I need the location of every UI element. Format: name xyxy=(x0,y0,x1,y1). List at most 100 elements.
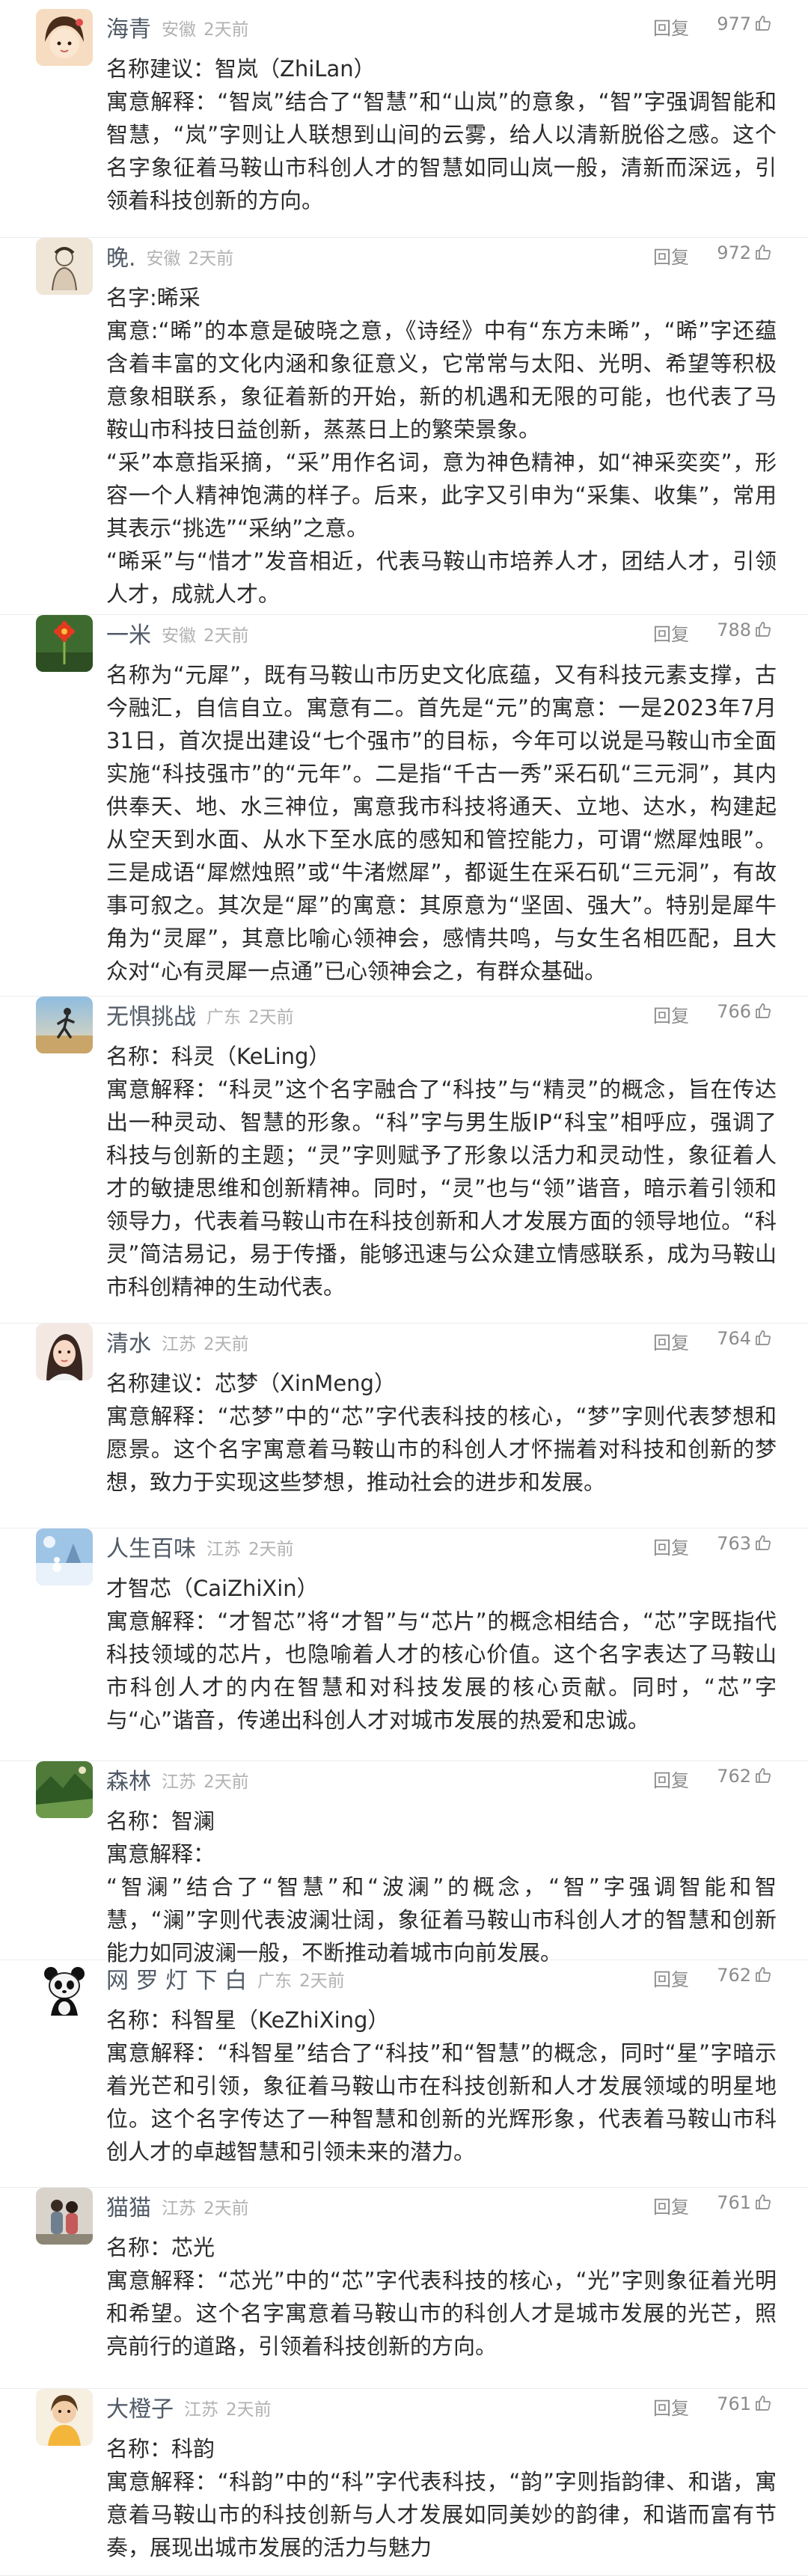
username[interactable]: 森林 xyxy=(106,1763,151,1796)
like-button[interactable]: 763 xyxy=(717,1533,772,1556)
timestamp: 2天前 xyxy=(203,626,249,646)
comment-paragraph: 名称建议：智岚（ZhiLan） xyxy=(106,56,376,82)
thumbs-up-icon xyxy=(754,1965,772,1988)
comment-meta: 江苏 2天前 xyxy=(162,1330,249,1355)
comment-paragraph: 寓意解释：“芯梦”中的“芯”字代表科技的核心，“梦”字则代表梦想和愿景。这个名字… xyxy=(106,1404,777,1495)
thumbs-up-icon xyxy=(754,2193,772,2215)
woman-portrait-avatar[interactable] xyxy=(36,1324,93,1380)
runner-avatar[interactable] xyxy=(36,997,93,1053)
comment-item: 森林 江苏 2天前 回复 762 名称：智澜 寓意解释： “智澜”结合了“智慧”和“波澜”的概… xyxy=(0,1761,808,1965)
username[interactable]: 大橙子 xyxy=(106,2390,174,2423)
like-button[interactable]: 761 xyxy=(717,2393,772,2417)
like-count: 764 xyxy=(717,1328,751,1349)
girl-photo-avatar[interactable] xyxy=(36,2389,93,2446)
thumbs-up-icon xyxy=(754,1329,772,1351)
comment-paragraph: 寓意解释：“芯光”中的“芯”字代表科技的核心，“光”字则象征着光明和希望。这个名… xyxy=(106,2268,777,2359)
comment-body: 名称为“元犀”，既有马鞍山市历史文化底蕴，又有科技元素支撑，古今融汇，自信自立。… xyxy=(106,658,777,988)
reply-button[interactable]: 回复 xyxy=(653,2192,689,2218)
comment-meta: 江苏 2天前 xyxy=(206,1535,294,1560)
timestamp: 2天前 xyxy=(248,1540,294,1559)
like-count: 972 xyxy=(717,242,751,263)
like-button[interactable]: 766 xyxy=(717,1001,772,1024)
like-button[interactable]: 972 xyxy=(717,242,772,266)
thumbs-up-icon xyxy=(754,1766,772,1789)
username[interactable]: 人生百味 xyxy=(106,1530,196,1563)
comment-body: 名称建议：芯梦（XinMeng） 寓意解释：“芯梦”中的“芯”字代表科技的核心，“… xyxy=(106,1367,777,1499)
comment-meta: 江苏 2天前 xyxy=(184,2395,272,2420)
reply-button[interactable]: 回复 xyxy=(653,1533,689,1559)
sketch-figure-avatar[interactable] xyxy=(36,238,93,295)
cartoon-girl-avatar[interactable] xyxy=(36,9,93,66)
comment-item: 人生百味 江苏 2天前 回复 763 才智芯（CaiZhiXin） 寓意解释：“才智芯”将“… xyxy=(0,1529,808,1761)
comment-paragraph: 寓意解释：“才智芯”将“才智”与“芯片”的概念相结合，“芯”字既指代科技领域的芯… xyxy=(106,1609,777,1733)
couple-photo-avatar[interactable] xyxy=(36,2188,93,2245)
like-count: 762 xyxy=(717,1766,751,1787)
reply-button[interactable]: 回复 xyxy=(653,13,689,40)
comment-paragraph: 寓意:“晞”的本意是破晓之意，《诗经》中有“东方未晞”，“晞”字还蕴含着丰富的文… xyxy=(106,318,777,442)
like-count: 761 xyxy=(717,2192,751,2213)
like-count: 763 xyxy=(717,1533,751,1554)
panda-avatar[interactable] xyxy=(36,1960,93,2017)
like-button[interactable]: 788 xyxy=(717,619,772,643)
location-label: 安徽 xyxy=(146,249,181,269)
username[interactable]: 网 罗 灯 下 白 xyxy=(106,1962,247,1995)
username[interactable]: 清水 xyxy=(106,1325,151,1358)
comment-item: 清水 江苏 2天前 回复 764 名称建议：芯梦（XinMeng） 寓意解释：“芯梦”中的“… xyxy=(0,1324,808,1529)
comment-paragraph: 名称：芯光 xyxy=(106,2235,215,2260)
snow-scene-avatar[interactable] xyxy=(36,1529,93,1585)
like-count: 788 xyxy=(717,619,751,640)
like-button[interactable]: 762 xyxy=(717,1766,772,1789)
like-button[interactable]: 764 xyxy=(717,1328,772,1351)
reply-button[interactable]: 回复 xyxy=(653,1766,689,1792)
username[interactable]: 晚. xyxy=(106,239,136,272)
comment-item: 一米 安徽 2天前 回复 788 名称为“元犀”，既有马鞍山市历史文化底蕴，又有科技元素支… xyxy=(0,615,808,997)
thumbs-up-icon xyxy=(754,1002,772,1024)
comment-meta: 江苏 2天前 xyxy=(162,2194,249,2219)
comment-meta: 安徽 2天前 xyxy=(162,15,249,40)
comment-body: 名称：科灵（KeLing） 寓意解释：“科灵”这个名字融合了“科技”与“精灵”的概… xyxy=(106,1040,777,1303)
like-count: 762 xyxy=(717,1965,751,1986)
thumbs-up-icon xyxy=(754,1534,772,1556)
comment-paragraph: 寓意解释：“智岚”结合了“智慧”和“山岚”的意象，“智”字强调智能和智慧，“岚”… xyxy=(106,89,777,213)
location-label: 广东 xyxy=(206,1008,241,1027)
username[interactable]: 一米 xyxy=(106,617,151,649)
timestamp: 2天前 xyxy=(203,2199,249,2218)
flower-avatar[interactable] xyxy=(36,615,93,672)
reply-button[interactable]: 回复 xyxy=(653,242,689,269)
reply-button[interactable]: 回复 xyxy=(653,2393,689,2420)
like-button[interactable]: 977 xyxy=(717,13,772,37)
username[interactable]: 猫猫 xyxy=(106,2189,151,2222)
username[interactable]: 海青 xyxy=(106,10,151,43)
thumbs-up-icon xyxy=(754,2394,772,2417)
comment-meta: 安徽 2天前 xyxy=(147,244,234,269)
comment-paragraph: 名称：科韵 xyxy=(106,2436,215,2462)
comment-paragraph: 名称：智澜 xyxy=(106,1808,215,1834)
username[interactable]: 无惧挑战 xyxy=(106,998,196,1031)
reply-button[interactable]: 回复 xyxy=(653,1328,689,1354)
comment-meta: 江苏 2天前 xyxy=(162,1767,249,1793)
location-label: 安徽 xyxy=(162,20,196,40)
like-button[interactable]: 762 xyxy=(717,1965,772,1988)
comment-meta: 广东 2天前 xyxy=(206,1003,294,1028)
comment-paragraph: 寓意解释： xyxy=(106,1841,215,1867)
timestamp: 2天前 xyxy=(226,2400,272,2420)
comment-paragraph: 名字:晞采 xyxy=(106,285,201,310)
timestamp: 2天前 xyxy=(203,1772,249,1792)
reply-button[interactable]: 回复 xyxy=(653,1965,689,1991)
like-button[interactable]: 761 xyxy=(717,2192,772,2215)
comment-paragraph: “晞采”与“惜才”发音相近，代表马鞍山市培养人才，团结人才，引领人才，成就人才。 xyxy=(106,548,777,607)
location-label: 安徽 xyxy=(162,626,196,646)
timestamp: 2天前 xyxy=(203,1335,249,1354)
landscape-avatar[interactable] xyxy=(36,1761,93,1818)
location-label: 江苏 xyxy=(162,2199,196,2218)
reply-button[interactable]: 回复 xyxy=(653,619,689,646)
reply-button[interactable]: 回复 xyxy=(653,1001,689,1027)
location-label: 江苏 xyxy=(184,2400,218,2420)
comment-body: 名称：芯光寓意解释：“芯光”中的“芯”字代表科技的核心，“光”字则象征着光明和希… xyxy=(106,2231,777,2363)
location-label: 江苏 xyxy=(162,1335,196,1354)
location-label: 江苏 xyxy=(162,1772,196,1792)
comment-paragraph: 才智芯（CaiZhiXin） xyxy=(106,1576,319,1601)
comment-paragraph: 名称：科智星（KeZhiXing） xyxy=(106,2007,390,2033)
comment-item: 大橙子 江苏 2天前 回复 761 名称：科韵 寓意解释：“科韵”中的“科”字代表科技，“韵… xyxy=(0,2389,808,2576)
comment-meta: 广东 2天前 xyxy=(257,1966,345,1992)
